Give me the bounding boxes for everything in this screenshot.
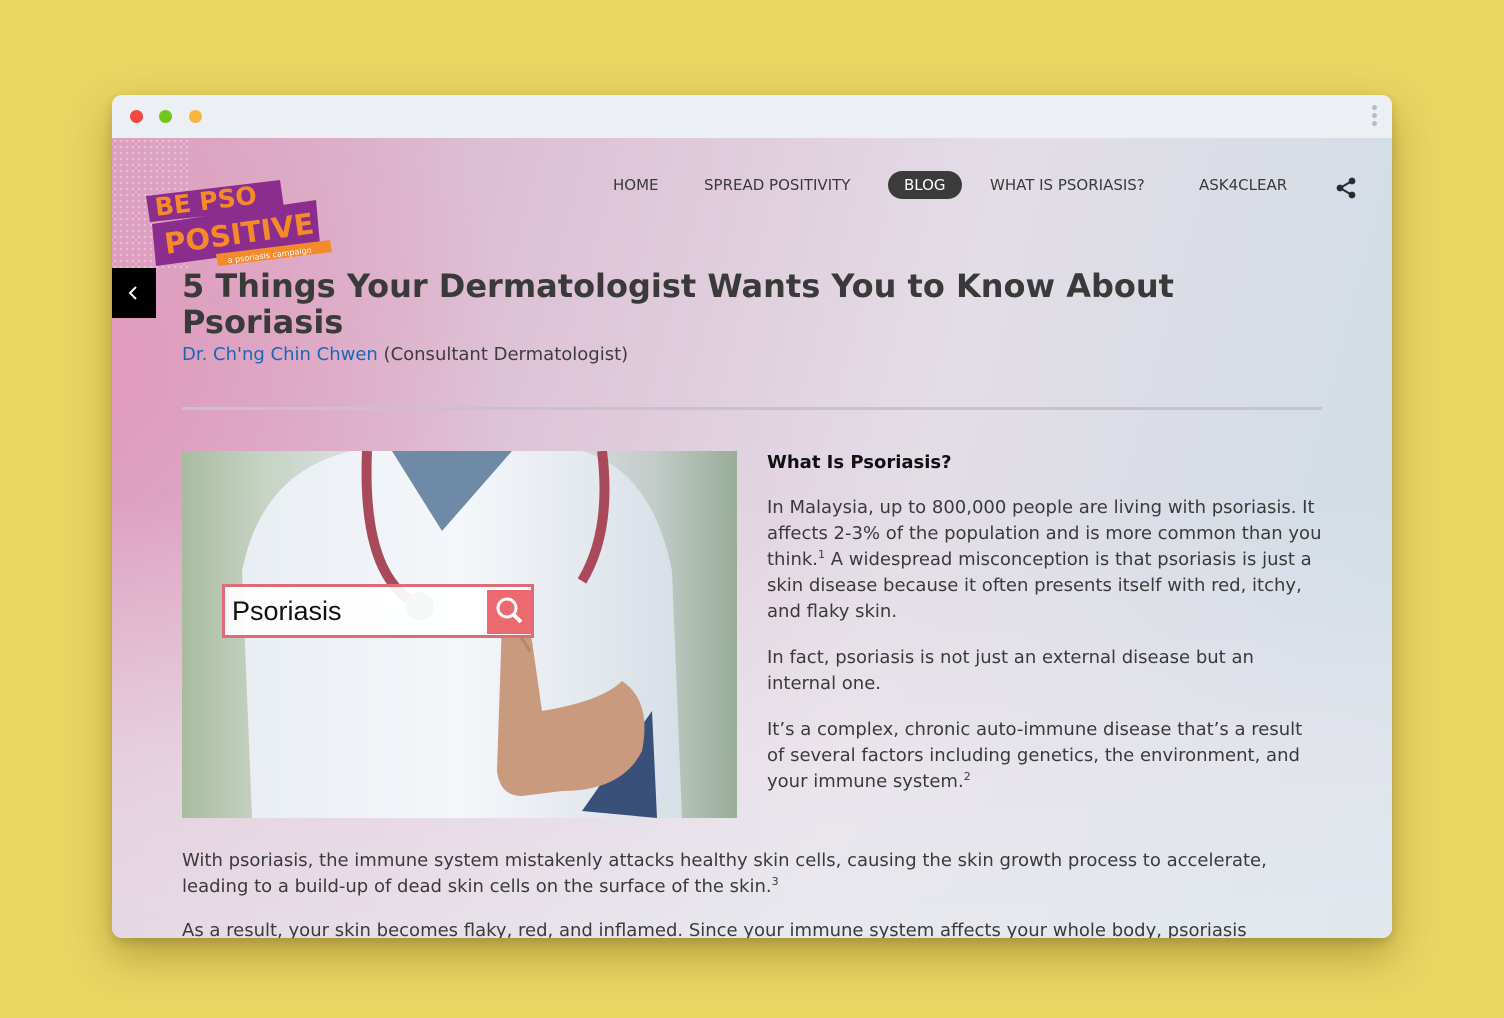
nav-blog[interactable]: BLOG [888, 171, 962, 199]
page-content: BE PSO POSITIVE a psoriasis campaign HOM… [112, 138, 1392, 938]
article-byline: Dr. Ch'ng Chin Chwen (Consultant Dermato… [182, 342, 1322, 368]
paragraph-4: With psoriasis, the immune system mistak… [182, 850, 1267, 897]
footnote-3[interactable]: 3 [772, 875, 779, 888]
maximize-window-button[interactable] [189, 110, 202, 123]
hero-image-doctor-search: Psoriasis [182, 451, 737, 818]
article-title: 5 Things Your Dermatologist Wants You to… [182, 267, 1174, 341]
author-role: (Consultant Dermatologist) [377, 344, 629, 365]
nav-spread-positivity[interactable]: SPREAD POSITIVITY [704, 171, 850, 199]
paragraph-1: In Malaysia, up to 800,000 people are li… [767, 497, 1322, 622]
divider [182, 407, 1322, 410]
chevron-left-icon [128, 286, 137, 300]
hero-search-text: Psoriasis [232, 596, 342, 626]
paragraph-3: It’s a complex, chronic auto-immune dise… [767, 719, 1303, 792]
main-nav: HOME SPREAD POSITIVITY BLOG WHAT IS PSOR… [112, 171, 1392, 201]
search-icon [496, 597, 523, 624]
footnote-1[interactable]: 1 [818, 548, 825, 561]
nav-home[interactable]: HOME [613, 171, 659, 199]
hero-search-button [487, 590, 531, 634]
nav-ask4clear[interactable]: ASK4CLEAR [1199, 171, 1287, 199]
close-window-button[interactable] [130, 110, 143, 123]
paragraph-2: In fact, psoriasis is not just an extern… [767, 647, 1254, 694]
article-intro-column: What Is Psoriasis? In Malaysia, up to 80… [767, 451, 1322, 815]
minimize-window-button[interactable] [159, 110, 172, 123]
browser-window: BE PSO POSITIVE a psoriasis campaign HOM… [112, 95, 1392, 938]
hero-search-box: Psoriasis [222, 584, 534, 638]
section-heading: What Is Psoriasis? [767, 452, 952, 473]
author-link[interactable]: Dr. Ch'ng Chin Chwen [182, 344, 378, 365]
nav-what-is-psoriasis[interactable]: WHAT IS PSORIASIS? [990, 171, 1145, 199]
title-bar [112, 95, 1392, 138]
share-icon[interactable] [1334, 176, 1358, 200]
paragraph-5: As a result, your skin becomes flaky, re… [182, 920, 1247, 938]
article: 5 Things Your Dermatologist Wants You to… [182, 267, 1322, 938]
more-options-icon[interactable] [1370, 105, 1378, 129]
back-button[interactable] [112, 268, 156, 318]
footnote-2[interactable]: 2 [964, 770, 971, 783]
